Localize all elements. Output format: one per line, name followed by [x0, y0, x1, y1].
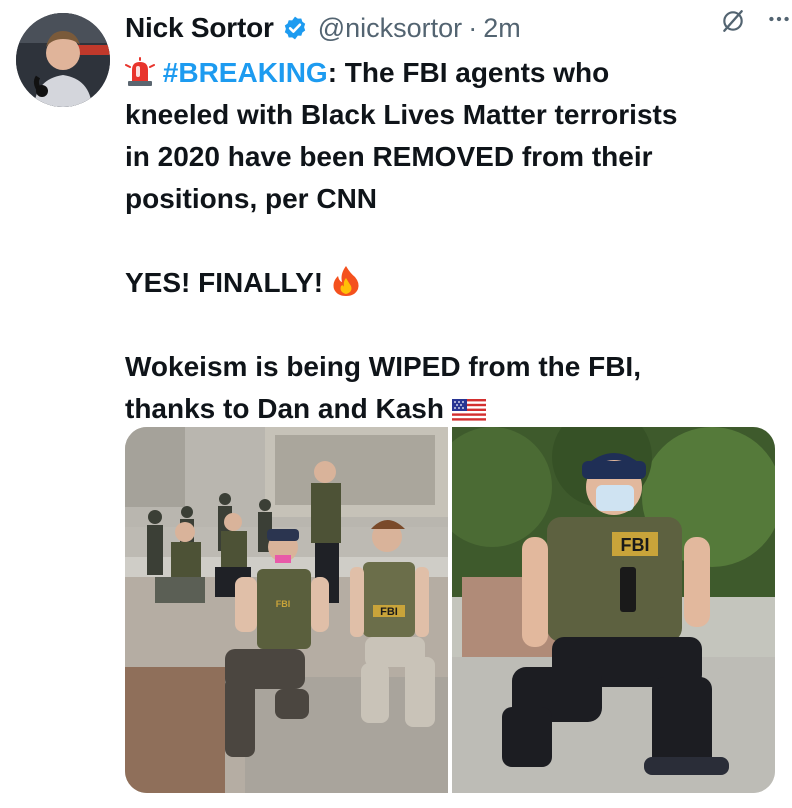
tweet-line-5: YES! FINALLY! [125, 262, 765, 304]
kneeling-agent-closeup-photo: FBI [452, 427, 775, 793]
tweet-line-7: thanks to Dan and Kash [125, 388, 765, 430]
separator-dot: · [468, 12, 478, 43]
grok-icon[interactable] [720, 8, 746, 34]
tweet-header: Nick Sortor @nicksortor · 2m [125, 8, 772, 48]
hashtag-link[interactable]: #BREAKING [163, 57, 328, 88]
profile-photo [16, 13, 110, 107]
us-flag-emoji [451, 399, 486, 423]
siren-emoji [125, 57, 155, 86]
photo-right[interactable]: FBI [452, 427, 775, 793]
fire-emoji [333, 266, 359, 296]
tweet-line-4: positions, per CNN [125, 183, 378, 214]
fbi-badge-right: FBI [380, 606, 398, 618]
fbi-badge-closeup: FBI [621, 535, 650, 555]
fbi-badge-left: FBI [276, 599, 291, 609]
more-dots-icon[interactable] [766, 6, 792, 32]
tweet-text: #BREAKING: The FBI agents who kneeled wi… [125, 52, 765, 430]
author-name[interactable]: Nick Sortor [125, 12, 274, 44]
kneeling-agents-photo: FBI FBI [125, 427, 448, 793]
tweet-line-1: #BREAKING: The FBI agents who [125, 52, 765, 94]
photo-left[interactable]: FBI FBI [125, 427, 448, 793]
tweet-line-6: Wokeism is being WIPED from the FBI, [125, 351, 641, 382]
tweet-line-5-text: YES! FINALLY! [125, 267, 324, 298]
tweet-line-1-text: : The FBI agents who [327, 57, 610, 88]
timestamp[interactable]: 2m [483, 13, 521, 44]
avatar[interactable] [16, 13, 110, 107]
verified-badge-icon [284, 16, 305, 40]
author-handle[interactable]: @nicksortor [318, 13, 462, 44]
tweet-media: FBI FBI FBI [125, 427, 775, 793]
tweet-line-3: in 2020 have been REMOVED from their [125, 141, 653, 172]
tweet-line-7-text: thanks to Dan and Kash [125, 393, 444, 424]
tweet-line-2: kneeled with Black Lives Matter terroris… [125, 99, 678, 130]
